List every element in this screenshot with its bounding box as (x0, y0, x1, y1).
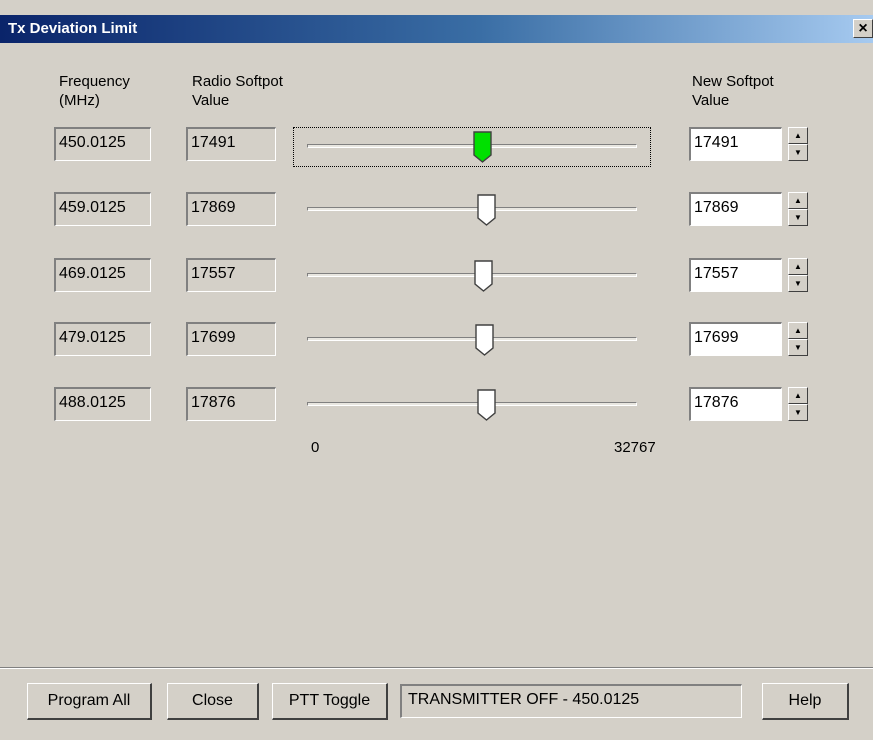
new-softpot-header-line1: New Softpot (692, 73, 774, 90)
spin-control: ▲ ▼ (788, 192, 808, 226)
radio-softpot-header: Radio Softpot Value (192, 72, 283, 110)
slider-track (307, 144, 637, 148)
new-softpot-header-line2: Value (692, 92, 730, 109)
spin-down-button[interactable]: ▼ (788, 275, 808, 292)
slider-thumb[interactable] (473, 131, 493, 163)
spin-up-button[interactable]: ▲ (788, 192, 808, 209)
slider-thumb[interactable] (477, 389, 497, 421)
frequency-header: Frequency (MHz) (59, 72, 130, 110)
frequency-field: 469.0125 (54, 258, 151, 292)
title-bar: Tx Deviation Limit × (0, 15, 873, 43)
close-icon[interactable]: × (853, 19, 873, 38)
softpot-slider[interactable] (293, 385, 651, 425)
slider-thumb[interactable] (477, 194, 497, 226)
slider-track (307, 337, 637, 341)
spin-down-button[interactable]: ▼ (788, 144, 808, 161)
radio-softpot-header-line2: Value (192, 92, 230, 109)
spin-control: ▲ ▼ (788, 322, 808, 356)
slider-thumb[interactable] (475, 324, 495, 356)
slider-track (307, 273, 637, 277)
new-softpot-input[interactable]: 17869 (689, 192, 782, 226)
help-button[interactable]: Help (762, 683, 849, 720)
slider-min-label: 0 (311, 439, 320, 456)
new-softpot-input[interactable]: 17557 (689, 258, 782, 292)
spin-up-button[interactable]: ▲ (788, 387, 808, 404)
status-field: TRANSMITTER OFF - 450.0125 (400, 684, 742, 718)
program-all-button[interactable]: Program All (27, 683, 152, 720)
window-title: Tx Deviation Limit (8, 20, 138, 37)
frequency-field: 488.0125 (54, 387, 151, 421)
new-softpot-input[interactable]: 17876 (689, 387, 782, 421)
radio-softpot-field: 17876 (186, 387, 276, 421)
softpot-slider[interactable] (293, 190, 651, 230)
spin-down-button[interactable]: ▼ (788, 404, 808, 421)
spin-control: ▲ ▼ (788, 258, 808, 292)
footer-divider (0, 667, 873, 669)
spin-up-button[interactable]: ▲ (788, 127, 808, 144)
frequency-field: 479.0125 (54, 322, 151, 356)
softpot-slider[interactable] (293, 256, 651, 296)
new-softpot-header: New Softpot Value (692, 72, 774, 110)
slider-thumb[interactable] (474, 260, 494, 292)
new-softpot-input[interactable]: 17699 (689, 322, 782, 356)
radio-softpot-field: 17557 (186, 258, 276, 292)
softpot-slider[interactable] (293, 127, 651, 167)
radio-softpot-header-line1: Radio Softpot (192, 73, 283, 90)
frequency-field: 450.0125 (54, 127, 151, 161)
spin-up-button[interactable]: ▲ (788, 322, 808, 339)
radio-softpot-field: 17491 (186, 127, 276, 161)
frequency-header-line2: (MHz) (59, 92, 100, 109)
radio-softpot-field: 17869 (186, 192, 276, 226)
slider-max-label: 32767 (614, 439, 656, 456)
spin-control: ▲ ▼ (788, 127, 808, 161)
frequency-field: 459.0125 (54, 192, 151, 226)
spin-up-button[interactable]: ▲ (788, 258, 808, 275)
new-softpot-input[interactable]: 17491 (689, 127, 782, 161)
radio-softpot-field: 17699 (186, 322, 276, 356)
slider-track (307, 207, 637, 211)
spin-control: ▲ ▼ (788, 387, 808, 421)
ptt-toggle-button[interactable]: PTT Toggle (272, 683, 388, 720)
slider-track (307, 402, 637, 406)
softpot-slider[interactable] (293, 320, 651, 360)
spin-down-button[interactable]: ▼ (788, 339, 808, 356)
frequency-header-line1: Frequency (59, 73, 130, 90)
close-button[interactable]: Close (167, 683, 259, 720)
spin-down-button[interactable]: ▼ (788, 209, 808, 226)
